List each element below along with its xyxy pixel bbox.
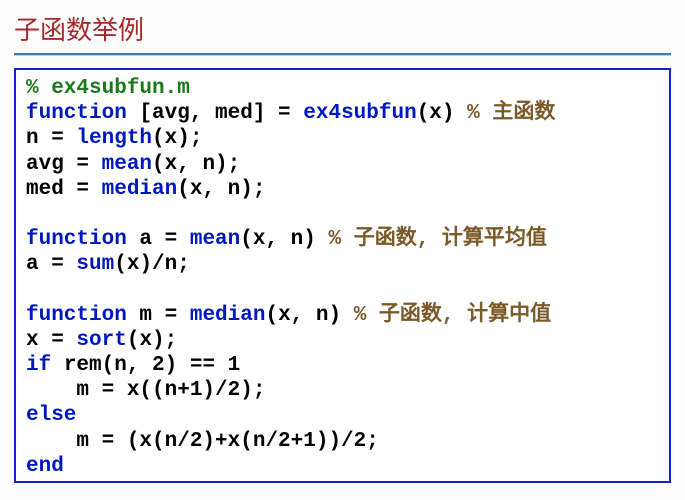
code-text: (x)/n;	[114, 253, 190, 276]
slide-title: 子函数举例	[14, 10, 671, 47]
code-comment: % 子函数, 计算中值	[354, 304, 551, 327]
code-keyword: if	[26, 354, 51, 377]
code-text: m =	[127, 304, 190, 327]
code-keyword: end	[26, 455, 64, 478]
code-text: n =	[26, 127, 76, 150]
code-funcname: median	[190, 304, 266, 327]
code-text: a =	[127, 228, 190, 251]
code-text: (x);	[152, 127, 202, 150]
code-keyword: function	[26, 304, 127, 327]
code-text: (x, n);	[152, 153, 240, 176]
code-funcname: mean	[102, 153, 152, 176]
code-text: (x);	[127, 329, 177, 352]
code-text: (x, n)	[265, 304, 353, 327]
code-text: med =	[26, 178, 102, 201]
code-text: (x, n)	[240, 228, 328, 251]
code-text: m = x((n+1)/2);	[26, 379, 265, 402]
code-keyword: else	[26, 404, 76, 427]
code-funcname: mean	[190, 228, 240, 251]
code-funcname: median	[102, 178, 178, 201]
code-keyword: function	[26, 228, 127, 251]
code-funcname: length	[76, 127, 152, 150]
code-funcname: sum	[76, 253, 114, 276]
title-divider	[14, 53, 671, 56]
code-text: rem(n, 2) == 1	[51, 354, 240, 377]
code-keyword: function	[26, 102, 127, 125]
code-comment: % ex4subfun.m	[26, 77, 190, 100]
code-text: a =	[26, 253, 76, 276]
code-funcname: sort	[76, 329, 126, 352]
code-text: (x, n);	[177, 178, 265, 201]
code-text: (x)	[417, 102, 467, 125]
code-comment: % 子函数, 计算平均值	[328, 228, 546, 251]
code-text: x =	[26, 329, 76, 352]
code-text: m = (x(n/2)+x(n/2+1))/2;	[26, 430, 379, 453]
code-text: avg =	[26, 153, 102, 176]
code-block: % ex4subfun.m function [avg, med] = ex4s…	[14, 68, 671, 483]
code-comment: % 主函数	[467, 102, 555, 125]
code-funcname: ex4subfun	[303, 102, 416, 125]
code-text: [avg, med] =	[127, 102, 303, 125]
